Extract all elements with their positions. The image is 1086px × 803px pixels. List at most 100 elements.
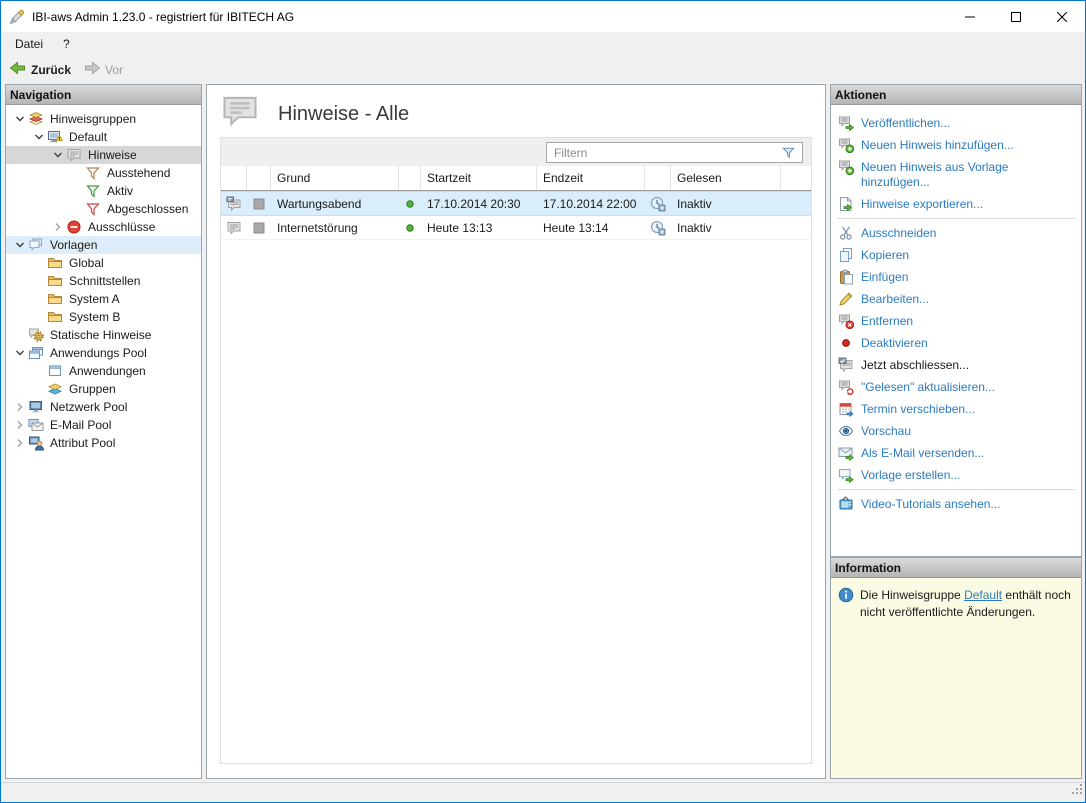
action-als-email-versenden[interactable]: Als E-Mail versenden... bbox=[838, 442, 1077, 464]
tree-item-label: Schnittstellen bbox=[66, 273, 143, 289]
actions-panel: Aktionen Veröffentlichen... Neuen Hinwei… bbox=[830, 84, 1082, 557]
pencil-icon bbox=[838, 291, 854, 307]
action-neuen-hinweis-aus-vorlage[interactable]: Neuen Hinweis aus Vorlage hinzufügen... bbox=[838, 156, 1077, 193]
tree-item-system-b[interactable]: System B bbox=[6, 308, 201, 326]
back-arrow-icon bbox=[9, 60, 27, 79]
action-vorlage-erstellen[interactable]: Vorlage erstellen... bbox=[838, 464, 1077, 486]
tree-item-hinweise[interactable]: Hinweise bbox=[6, 146, 201, 164]
tree-item-anwendungs-pool[interactable]: Anwendungs Pool bbox=[6, 344, 201, 362]
forward-button[interactable]: Vor bbox=[77, 58, 129, 81]
menubar: Datei ? bbox=[1, 32, 1085, 56]
action-label: "Gelesen" aktualisieren... bbox=[861, 379, 995, 395]
col-startzeit-header[interactable]: Startzeit bbox=[421, 166, 537, 190]
tree-item-label: Anwendungen bbox=[66, 363, 149, 379]
tree-item-global[interactable]: Global bbox=[6, 254, 201, 272]
tree-item-email-pool[interactable]: E-Mail Pool bbox=[6, 416, 201, 434]
action-deaktivieren[interactable]: Deaktivieren bbox=[838, 332, 1077, 354]
chevron-down-icon[interactable] bbox=[12, 238, 28, 252]
resize-grip[interactable] bbox=[1070, 782, 1083, 800]
action-kopieren[interactable]: Kopieren bbox=[838, 244, 1077, 266]
chevron-down-icon[interactable] bbox=[12, 112, 28, 126]
chevron-down-icon[interactable] bbox=[31, 130, 47, 144]
filter-input[interactable] bbox=[546, 142, 803, 163]
action-ausschneiden[interactable]: Ausschneiden bbox=[838, 222, 1077, 244]
publish-icon bbox=[838, 115, 854, 131]
tree-item-label: Ausstehend bbox=[104, 165, 173, 181]
actions-separator bbox=[838, 218, 1075, 219]
speech-bubble-icon bbox=[66, 147, 85, 163]
minimize-button[interactable] bbox=[947, 1, 993, 32]
chevron-right-icon[interactable] bbox=[12, 400, 28, 414]
status-green-dot-icon bbox=[399, 192, 421, 215]
tree-item-label: Aktiv bbox=[104, 183, 136, 199]
maximize-button[interactable] bbox=[993, 1, 1039, 32]
cell-gelesen: Inaktiv bbox=[671, 192, 781, 215]
col-grund-header[interactable]: Grund bbox=[271, 166, 399, 190]
close-button[interactable] bbox=[1039, 1, 1085, 32]
exclusions-icon bbox=[66, 219, 85, 235]
action-vorschau[interactable]: Vorschau bbox=[838, 420, 1077, 442]
table-row[interactable]: Internetstörung Heute 13:13 Heute 13:14 … bbox=[221, 216, 811, 240]
groups-icon bbox=[47, 381, 66, 397]
action-label: Deaktivieren bbox=[861, 335, 928, 351]
tree-item-attribut-pool[interactable]: Attribut Pool bbox=[6, 434, 201, 452]
action-bearbeiten[interactable]: Bearbeiten... bbox=[838, 288, 1077, 310]
back-button[interactable]: Zurück bbox=[3, 58, 77, 81]
eye-icon bbox=[838, 423, 854, 439]
action-label: Kopieren bbox=[861, 247, 909, 263]
attribute-pool-icon bbox=[28, 435, 47, 451]
panel-splitter-handle[interactable] bbox=[831, 549, 1081, 555]
action-neuen-hinweis[interactable]: Neuen Hinweis hinzufügen... bbox=[838, 134, 1077, 156]
col-clock-header[interactable] bbox=[645, 166, 671, 190]
action-termin-verschieben[interactable]: Termin verschieben... bbox=[838, 398, 1077, 420]
notice-published-icon bbox=[221, 192, 247, 215]
action-einfuegen[interactable]: Einfügen bbox=[838, 266, 1077, 288]
table-row[interactable]: Wartungsabend 17.10.2014 20:30 17.10.201… bbox=[221, 191, 811, 216]
filter-funnel-icon[interactable] bbox=[781, 145, 796, 165]
tree-item-aktiv[interactable]: Aktiv bbox=[6, 182, 201, 200]
action-jetzt-abschliessen[interactable]: Jetzt abschliessen... bbox=[838, 354, 1077, 376]
cell-grund: Internetstörung bbox=[271, 216, 399, 239]
tree-item-system-a[interactable]: System A bbox=[6, 290, 201, 308]
table-header: Grund Startzeit Endzeit Gelesen bbox=[221, 166, 811, 191]
scissors-icon bbox=[838, 225, 854, 241]
gray-square-icon bbox=[247, 192, 271, 215]
action-hinweise-exportieren[interactable]: Hinweise exportieren... bbox=[838, 193, 1077, 215]
action-gelesen-aktualisieren[interactable]: "Gelesen" aktualisieren... bbox=[838, 376, 1077, 398]
forward-label: Vor bbox=[105, 63, 123, 77]
tree-item-statische-hinweise[interactable]: Statische Hinweise bbox=[6, 326, 201, 344]
action-label: Bearbeiten... bbox=[861, 291, 929, 307]
tree-item-anwendungen[interactable]: Anwendungen bbox=[6, 362, 201, 380]
cell-extra bbox=[781, 192, 811, 215]
default-group-link[interactable]: Default bbox=[964, 588, 1002, 602]
col-gelesen-header[interactable]: Gelesen bbox=[671, 166, 781, 190]
tree-item-netzwerk-pool[interactable]: Netzwerk Pool bbox=[6, 398, 201, 416]
chevron-down-icon[interactable] bbox=[50, 148, 66, 162]
chevron-down-icon[interactable] bbox=[12, 346, 28, 360]
col-type-header[interactable] bbox=[221, 166, 247, 190]
action-label: Als E-Mail versenden... bbox=[861, 445, 984, 461]
action-label: Einfügen bbox=[861, 269, 908, 285]
tree-item-ausstehend[interactable]: Ausstehend bbox=[6, 164, 201, 182]
tree-item-schnittstellen[interactable]: Schnittstellen bbox=[6, 272, 201, 290]
actions-header: Aktionen bbox=[831, 85, 1081, 105]
templates-icon bbox=[28, 237, 47, 253]
tree-item-vorlagen[interactable]: Vorlagen bbox=[6, 236, 201, 254]
chevron-right-icon[interactable] bbox=[12, 436, 28, 450]
col-endzeit-header[interactable]: Endzeit bbox=[537, 166, 645, 190]
action-video-tutorials[interactable]: Video-Tutorials ansehen... bbox=[838, 493, 1077, 515]
chevron-right-icon[interactable] bbox=[12, 418, 28, 432]
action-veroeffentlichen[interactable]: Veröffentlichen... bbox=[838, 112, 1077, 134]
tree-item-hinweisgruppen[interactable]: Hinweisgruppen bbox=[6, 110, 201, 128]
tree-item-ausschluesse[interactable]: Ausschlüsse bbox=[6, 218, 201, 236]
tree-item-gruppen[interactable]: Gruppen bbox=[6, 380, 201, 398]
menu-datei[interactable]: Datei bbox=[5, 34, 53, 54]
tree-item-abgeschlossen[interactable]: Abgeschlossen bbox=[6, 200, 201, 218]
tree-item-default[interactable]: Default bbox=[6, 128, 201, 146]
action-entfernen[interactable]: Entfernen bbox=[838, 310, 1077, 332]
chevron-right-icon[interactable] bbox=[50, 220, 66, 234]
menu-help[interactable]: ? bbox=[53, 34, 80, 54]
col-dot-header[interactable] bbox=[399, 166, 421, 190]
col-state-header[interactable] bbox=[247, 166, 271, 190]
cell-gelesen: Inaktiv bbox=[671, 216, 781, 239]
